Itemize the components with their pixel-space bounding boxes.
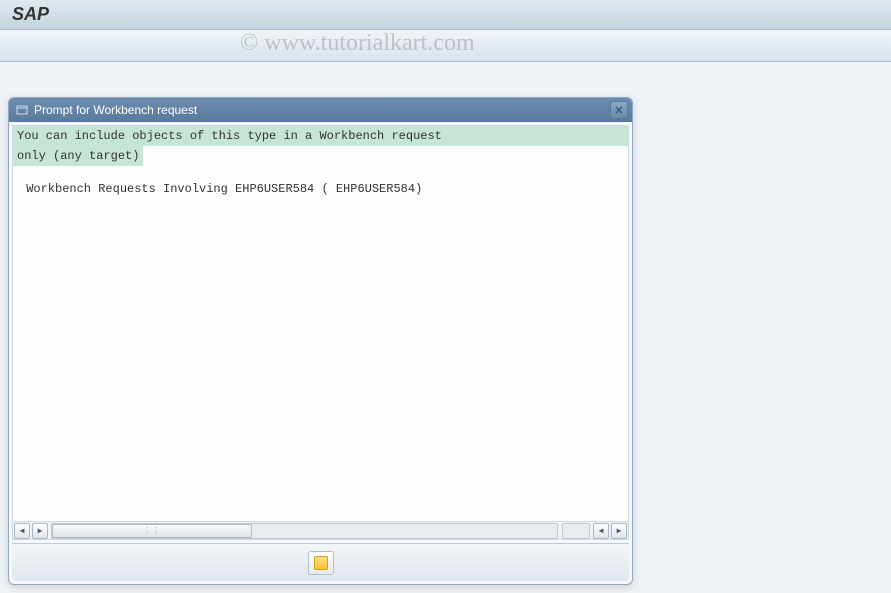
scroll-right-button[interactable]: ◀ [593,523,609,539]
triangle-left-icon: ◀ [599,526,604,536]
dialog-footer [12,543,629,581]
prompt-workbench-dialog: Prompt for Workbench request ✕ You can i… [8,97,633,585]
triangle-right-icon: ▶ [38,526,43,536]
app-title: SAP [12,4,49,24]
dialog-icon [15,103,29,117]
info-message-line2: only (any target) [13,146,143,166]
app-toolbar [0,30,891,62]
cancel-icon [314,556,328,570]
main-area: Prompt for Workbench request ✕ You can i… [0,62,891,593]
scroll-left-button[interactable]: ▶ [32,523,48,539]
horizontal-scrollbar: ◀ ▶ ⋮⋮ ◀ ▶ [13,521,628,539]
triangle-right-icon: ▶ [617,526,622,536]
dialog-body: You can include objects of this type in … [12,125,629,540]
scroll-grip-icon: ⋮⋮ [143,526,161,536]
dialog-titlebar: Prompt for Workbench request ✕ [9,98,632,122]
scroll-right-end-button[interactable]: ▶ [611,523,627,539]
dialog-title: Prompt for Workbench request [34,103,610,117]
scroll-left-start-button[interactable]: ◀ [14,523,30,539]
cancel-button[interactable] [308,551,334,575]
scroll-thumb[interactable]: ⋮⋮ [52,524,252,538]
workbench-requests-text: Workbench Requests Involving EHP6USER584… [13,180,628,198]
scroll-track-right[interactable] [562,523,590,539]
scroll-track[interactable]: ⋮⋮ [51,523,558,539]
dialog-content: You can include objects of this type in … [13,126,628,521]
close-button[interactable]: ✕ [610,101,628,119]
info-message-line1: You can include objects of this type in … [13,126,628,146]
app-header: SAP [0,0,891,30]
close-icon: ✕ [614,104,623,117]
info-line2-wrap: only (any target) [13,146,628,166]
triangle-left-icon: ◀ [20,526,25,536]
